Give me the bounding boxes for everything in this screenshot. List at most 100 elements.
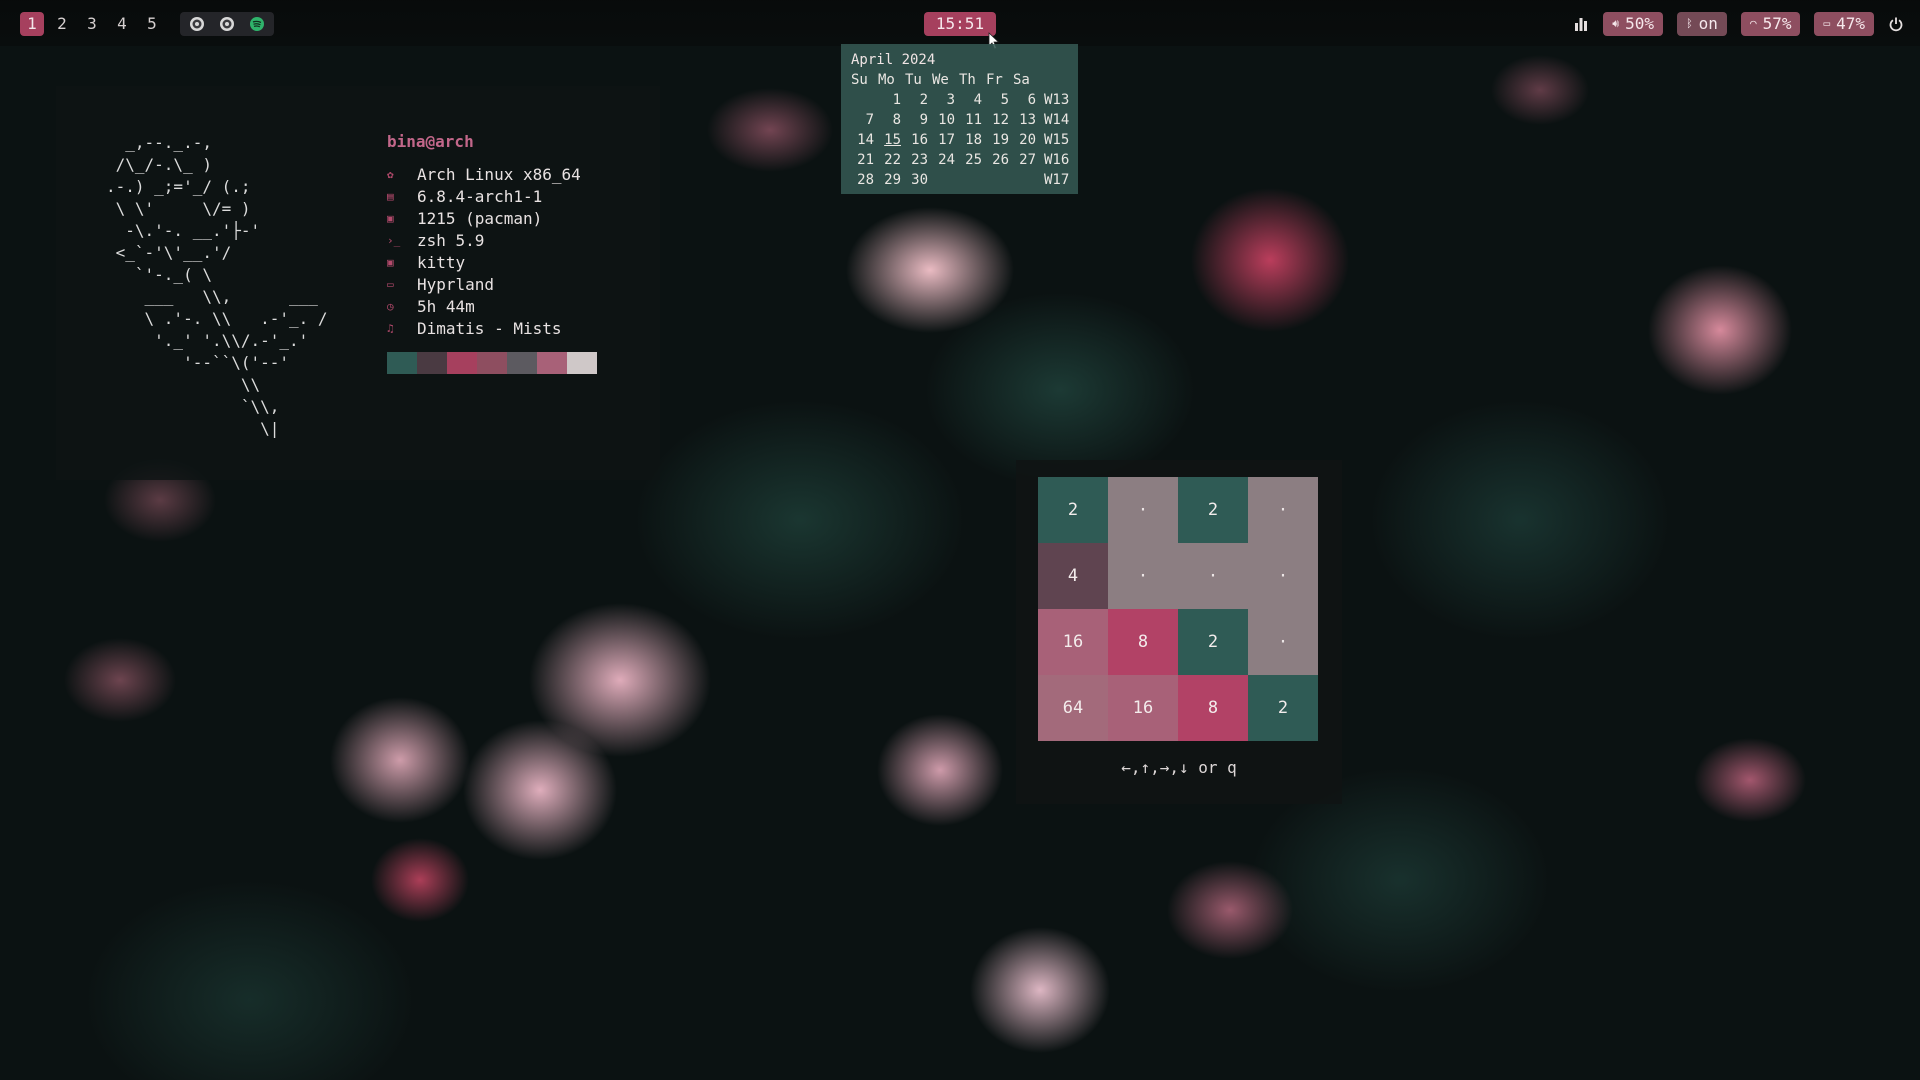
calendar-day[interactable]: 5 bbox=[986, 90, 1013, 110]
calendar-day bbox=[986, 170, 1013, 190]
volume-indicator[interactable]: 🔊︎ 50% bbox=[1603, 12, 1664, 36]
calendar-month-title: April 2024 bbox=[851, 52, 936, 68]
calendar-day[interactable]: 8 bbox=[878, 110, 905, 130]
game-tile: · bbox=[1108, 477, 1178, 543]
info-row-music: ♫ Dimatis - Mists bbox=[387, 318, 647, 340]
weekday-label: Mo bbox=[878, 72, 895, 88]
calendar-day-today[interactable]: 15 bbox=[878, 130, 905, 150]
calendar-day[interactable]: 23 bbox=[905, 150, 932, 170]
game-tile: 16 bbox=[1108, 675, 1178, 741]
calendar-day bbox=[1013, 170, 1040, 190]
power-icon[interactable] bbox=[1888, 16, 1904, 32]
game-tile: · bbox=[1248, 477, 1318, 543]
game-tile: 8 bbox=[1178, 675, 1248, 741]
week-number: W14 bbox=[1044, 112, 1070, 128]
week-number: W15 bbox=[1044, 132, 1070, 148]
calendar-day[interactable]: 20 bbox=[1013, 130, 1040, 150]
workspace-5[interactable]: 5 bbox=[140, 12, 164, 36]
calendar-day[interactable]: 26 bbox=[986, 150, 1013, 170]
calendar-day[interactable]: 12 bbox=[986, 110, 1013, 130]
week-number: W13 bbox=[1044, 92, 1070, 108]
calendar-day bbox=[959, 170, 986, 190]
info-row-shell: ›_ zsh 5.9 bbox=[387, 230, 647, 252]
uptime-value: 5h 44m bbox=[417, 297, 475, 316]
terminal-value: kitty bbox=[417, 253, 466, 272]
calendar-day[interactable]: 10 bbox=[932, 110, 959, 130]
calendar-day[interactable]: 22 bbox=[878, 150, 905, 170]
calendar-day[interactable]: 3 bbox=[932, 90, 959, 110]
calendar-day[interactable]: 1 bbox=[878, 90, 905, 110]
user-host-title: bina@arch bbox=[387, 132, 474, 151]
battery-indicator[interactable]: ▭ 47% bbox=[1814, 12, 1874, 36]
spotify-icon[interactable] bbox=[246, 13, 268, 35]
system-info: bina@arch ✿ Arch Linux x86_64 ▤ 6.8.4-ar… bbox=[387, 130, 647, 374]
weekday-label: Fr bbox=[986, 72, 1003, 88]
obs-icon[interactable] bbox=[186, 13, 208, 35]
info-row-terminal: ▣ kitty bbox=[387, 252, 647, 274]
calendar-day[interactable]: 7 bbox=[851, 110, 878, 130]
calendar-day[interactable]: 6 bbox=[1013, 90, 1040, 110]
calendar-day[interactable]: 13 bbox=[1013, 110, 1040, 130]
top-bar: 1 2 3 4 5 15:51 🔊︎ 50% ᛒ on ◠ 57% ▭ 47% bbox=[0, 0, 1920, 50]
calendar-day[interactable]: 14 bbox=[851, 130, 878, 150]
week-number: W16 bbox=[1044, 152, 1070, 168]
calendar-day[interactable]: 4 bbox=[959, 90, 986, 110]
calendar-day[interactable]: 30 bbox=[905, 170, 932, 190]
clock[interactable]: 15:51 bbox=[924, 12, 996, 36]
music-value: Dimatis - Mists bbox=[417, 319, 562, 338]
calendar-day[interactable]: 17 bbox=[932, 130, 959, 150]
calendar-day[interactable]: 11 bbox=[959, 110, 986, 130]
wifi-indicator[interactable]: ◠ 57% bbox=[1740, 12, 1801, 36]
calendar-day[interactable]: 28 bbox=[851, 170, 878, 190]
game-tile: · bbox=[1248, 543, 1318, 609]
info-row-packages: ▣ 1215 (pacman) bbox=[387, 208, 647, 230]
volume-value: 50% bbox=[1625, 14, 1655, 33]
workspace-4[interactable]: 4 bbox=[110, 12, 134, 36]
calendar-day[interactable]: 9 bbox=[905, 110, 932, 130]
palette-swatch bbox=[447, 352, 477, 374]
calendar-day[interactable]: 27 bbox=[1013, 150, 1040, 170]
palette-swatch bbox=[567, 352, 597, 374]
obs-icon-2[interactable] bbox=[216, 13, 238, 35]
color-palette bbox=[387, 352, 647, 374]
battery-icon: ▭ bbox=[1823, 17, 1831, 30]
system-tray bbox=[180, 12, 274, 36]
fastfetch-terminal[interactable]: _,--._.-, /\_/-.\_ ) .-.) _;='_/ (.; \ \… bbox=[56, 86, 660, 480]
calendar-day[interactable]: 25 bbox=[959, 150, 986, 170]
week-number: W17 bbox=[1044, 172, 1070, 188]
kernel-value: 6.8.4-arch1-1 bbox=[417, 187, 543, 206]
game-tile: · bbox=[1108, 543, 1178, 609]
calendar-day[interactable]: 16 bbox=[905, 130, 932, 150]
calendar-grid: Su Mo Tu We Th Fr Sa 1 2 3 4 5 6 W13 7 8… bbox=[851, 70, 1078, 190]
bluetooth-indicator[interactable]: ᛒ on bbox=[1677, 12, 1727, 36]
palette-swatch bbox=[387, 352, 417, 374]
calendar-day[interactable]: 2 bbox=[905, 90, 932, 110]
calendar-day[interactable]: 21 bbox=[851, 150, 878, 170]
performance-graph-icon[interactable] bbox=[1573, 16, 1589, 32]
workspace-1[interactable]: 1 bbox=[20, 12, 44, 36]
game-tile: 16 bbox=[1038, 609, 1108, 675]
game-tile: 4 bbox=[1038, 543, 1108, 609]
calendar-popup: April 2024 Su Mo Tu We Th Fr Sa 1 2 3 4 … bbox=[841, 44, 1078, 194]
calendar-day[interactable]: 18 bbox=[959, 130, 986, 150]
shell-value: zsh 5.9 bbox=[417, 231, 485, 250]
game-tile: · bbox=[1178, 543, 1248, 609]
weekday-label: Tu bbox=[905, 72, 922, 88]
game-board: 2 · 2 · 4 · · · 16 8 2 · 64 16 8 2 bbox=[1038, 477, 1318, 741]
palette-swatch bbox=[417, 352, 447, 374]
kernel-icon: ▤ bbox=[387, 190, 394, 203]
palette-swatch bbox=[477, 352, 507, 374]
game-2048-terminal[interactable]: 2 · 2 · 4 · · · 16 8 2 · 64 16 8 2 ←,↑,→,↓ or q bbox=[1016, 460, 1342, 804]
os-value: Arch Linux x86_64 bbox=[417, 165, 581, 184]
os-icon: ✿ bbox=[387, 168, 394, 181]
calendar-day[interactable]: 29 bbox=[878, 170, 905, 190]
game-tile: 2 bbox=[1178, 477, 1248, 543]
workspace-switcher: 1 2 3 4 5 bbox=[20, 12, 164, 36]
calendar-day[interactable]: 19 bbox=[986, 130, 1013, 150]
workspace-3[interactable]: 3 bbox=[80, 12, 104, 36]
info-row-wm: ▭ Hyprland bbox=[387, 274, 647, 296]
controls-hint: ←,↑,→,↓ or q bbox=[1121, 758, 1237, 777]
calendar-day[interactable]: 24 bbox=[932, 150, 959, 170]
wifi-icon: ◠ bbox=[1749, 17, 1757, 30]
workspace-2[interactable]: 2 bbox=[50, 12, 74, 36]
